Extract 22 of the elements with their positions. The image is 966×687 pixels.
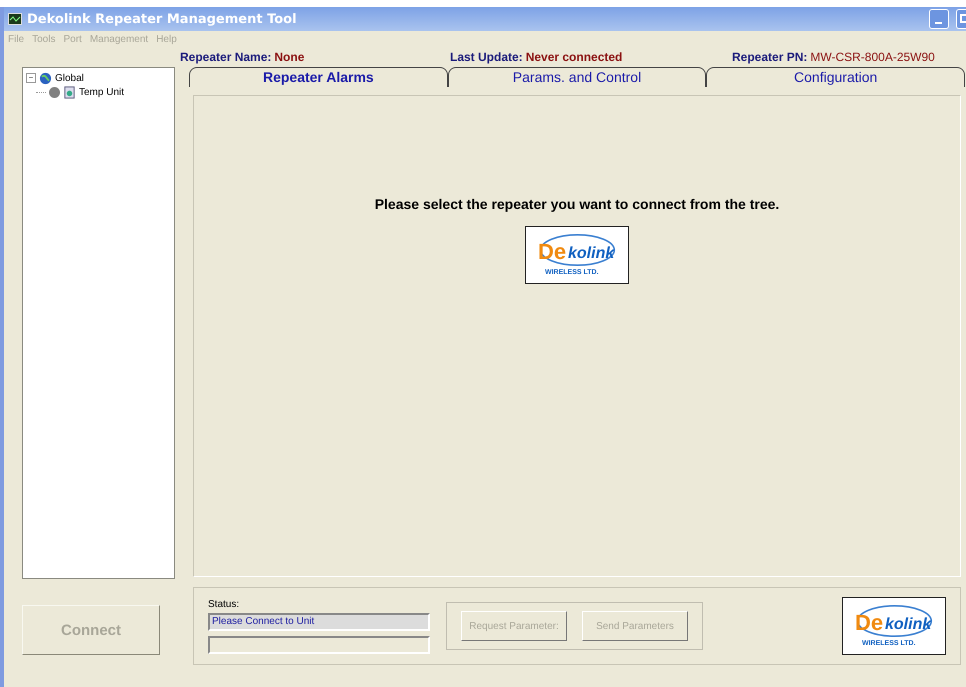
status-label: Status: bbox=[208, 598, 240, 610]
info-label: Last Update: bbox=[450, 50, 523, 64]
info-value: MW-CSR-800A-25W90 bbox=[810, 50, 935, 64]
globe-icon bbox=[39, 72, 52, 84]
tab[interactable]: Repeater Alarms bbox=[189, 67, 448, 87]
instruction-text: Please select the repeater you want to connect from the tree. bbox=[374, 196, 780, 212]
info-value: None bbox=[274, 50, 304, 64]
minimize-button[interactable] bbox=[929, 9, 949, 29]
status-field: Please Connect to Unit bbox=[208, 612, 430, 630]
tab[interactable]: Configuration bbox=[706, 67, 966, 87]
info-label: Repeater PN: bbox=[732, 50, 808, 64]
tree-item[interactable]: Global bbox=[55, 72, 84, 84]
collapse-toggle[interactable]: − bbox=[26, 73, 36, 83]
window-title: Dekolink Repeater Management Tool bbox=[27, 12, 297, 26]
tab[interactable]: Params. and Control bbox=[448, 67, 706, 87]
monitor-icon bbox=[8, 13, 22, 25]
tree-item[interactable]: Temp Unit bbox=[79, 86, 124, 98]
info-value: Never connected bbox=[526, 50, 622, 64]
device-icon bbox=[63, 86, 76, 98]
info-label: Repeater Name: bbox=[180, 50, 272, 64]
maximize-button[interactable] bbox=[956, 9, 966, 29]
status-dot bbox=[49, 86, 60, 98]
